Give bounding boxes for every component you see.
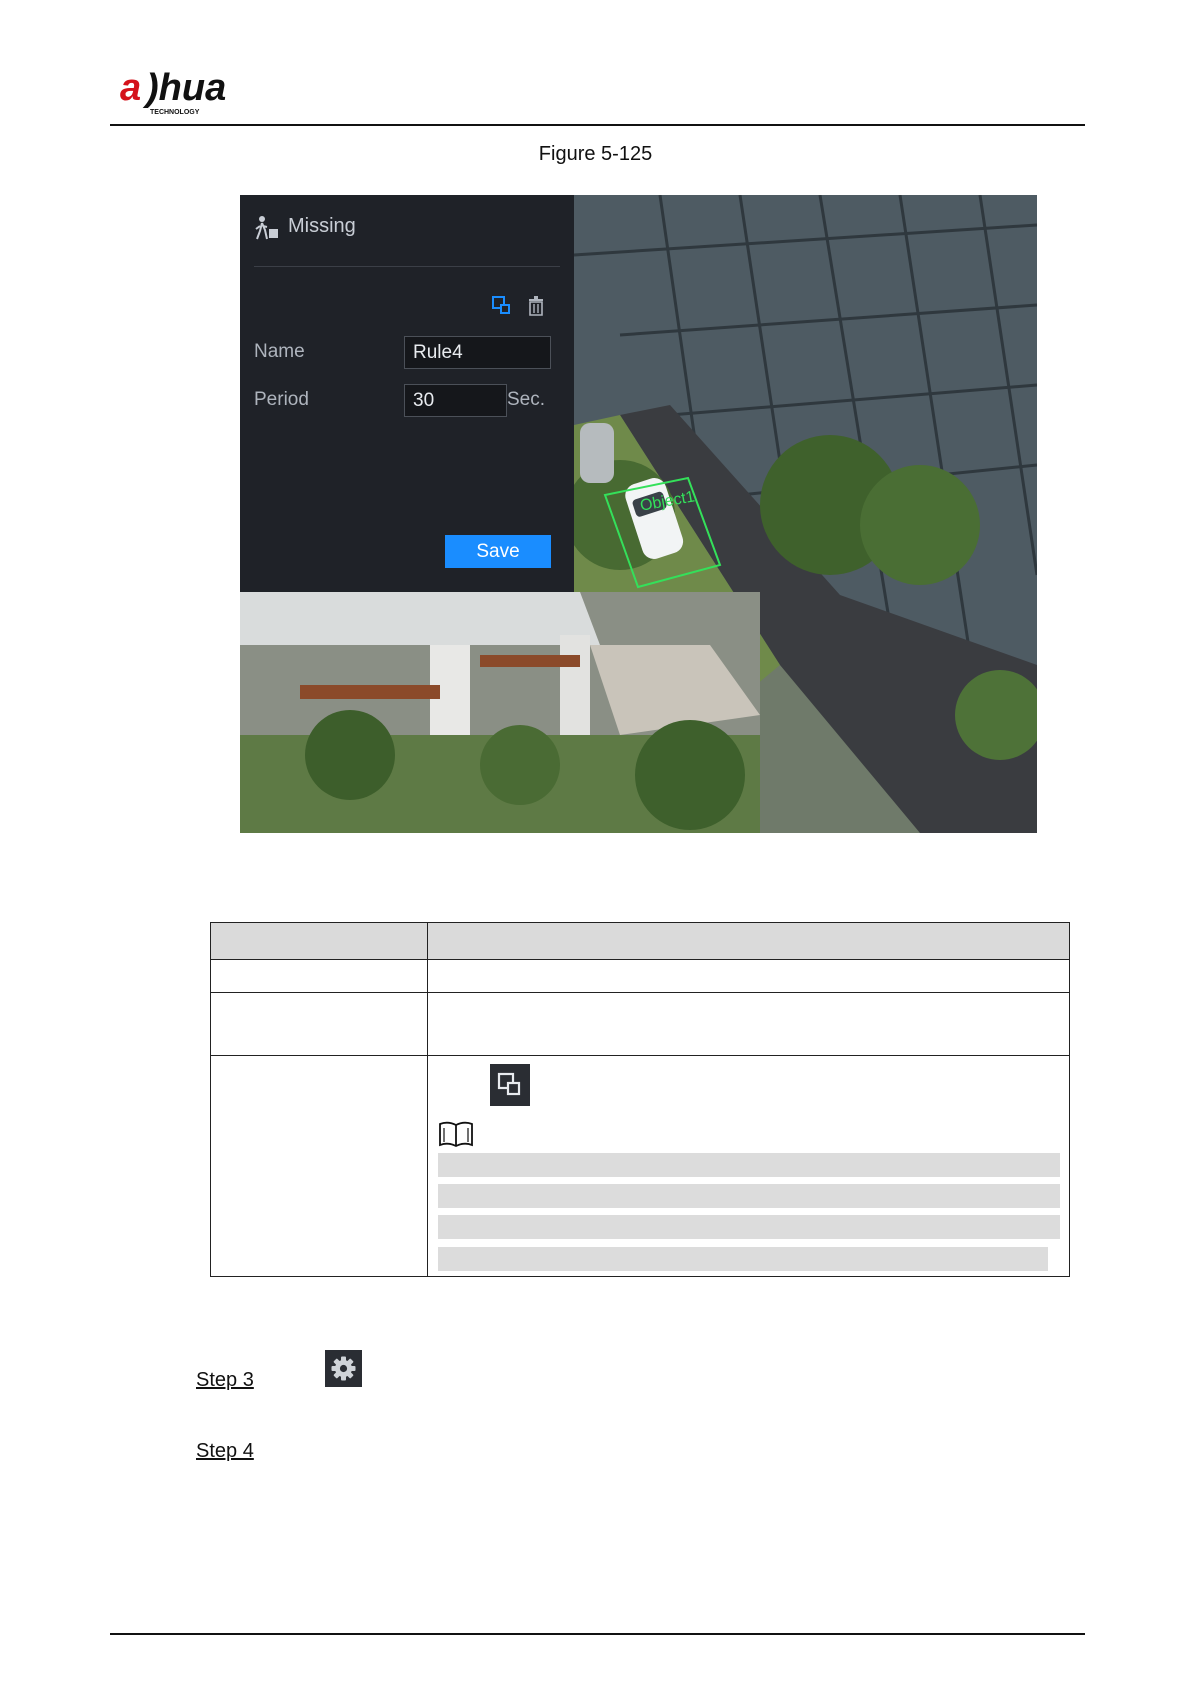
step3-label: Step 3: [196, 1369, 254, 1391]
panel-divider: [254, 266, 560, 267]
parameter-table: [210, 922, 1070, 1277]
panel-title: Missing: [288, 215, 356, 237]
draw-rule-icon[interactable]: [492, 296, 510, 314]
step4-label: Step 4: [196, 1440, 254, 1462]
note-line: [438, 1184, 1060, 1208]
note-line: [438, 1247, 1048, 1271]
table-row: [427, 959, 1070, 993]
svg-text:)hua: )hua: [142, 68, 226, 109]
figure-caption: Figure 5-125: [538, 143, 653, 165]
draw-rule-icon[interactable]: [490, 1064, 530, 1106]
table-row: [210, 959, 428, 993]
missing-rule-panel: Missing Name Period Sec. Save: [240, 195, 574, 592]
save-button[interactable]: Save: [445, 535, 551, 568]
header-rule: [110, 124, 1085, 126]
svg-text:a: a: [120, 68, 141, 109]
table-header-parameter: [210, 922, 428, 960]
camera-screenshot: Object1 Missing Name Period Sec. Save: [240, 195, 1037, 833]
missing-object-icon: [255, 216, 278, 240]
name-input[interactable]: [404, 336, 551, 369]
note-line: [438, 1215, 1060, 1239]
period-unit: Sec.: [507, 389, 546, 410]
name-label: Name: [254, 341, 305, 362]
table-row: [210, 992, 428, 1056]
note-line: [438, 1153, 1060, 1177]
trash-icon[interactable]: [527, 296, 545, 316]
period-input[interactable]: [404, 384, 507, 417]
period-label: Period: [254, 389, 309, 410]
svg-text:TECHNOLOGY: TECHNOLOGY: [150, 109, 200, 116]
dahua-logo: a )hua TECHNOLOGY: [120, 68, 226, 116]
footer-rule: [110, 1633, 1085, 1635]
table-row: [210, 1055, 428, 1277]
book-icon: [439, 1121, 473, 1148]
gear-icon[interactable]: [325, 1350, 362, 1387]
table-row: [427, 992, 1070, 1056]
table-header-description: [427, 922, 1070, 960]
